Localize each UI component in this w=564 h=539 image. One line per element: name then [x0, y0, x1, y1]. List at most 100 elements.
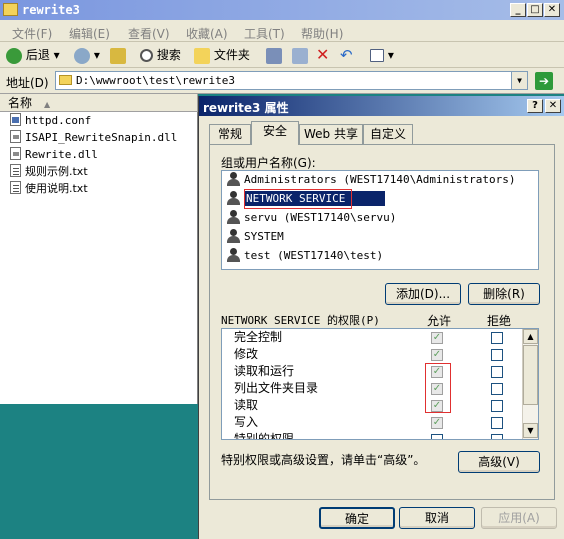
address-bar: 地址(D) D:\wwwroot\test\rewrite3 ▼ ➔ — [0, 68, 564, 94]
up-folder-button[interactable] — [110, 46, 126, 64]
permissions-scrollbar[interactable]: ▲ ▼ — [522, 329, 538, 439]
allow-checkbox[interactable]: ✓ — [431, 349, 443, 361]
tab-web-sharing[interactable]: Web 共享 — [299, 124, 363, 144]
dll-file-icon — [10, 130, 21, 143]
user-group-icon — [226, 229, 241, 243]
address-input[interactable]: D:\wwwroot\test\rewrite3 ▼ — [55, 71, 528, 90]
users-listbox[interactable]: Administrators (WEST17140\Administrators… — [221, 170, 539, 270]
back-arrow-icon — [6, 47, 22, 64]
permission-full-control: 完全控制 — [234, 330, 283, 344]
delete-button[interactable]: ✕ — [316, 46, 329, 64]
permission-modify: 修改 — [234, 347, 259, 361]
dll-file-icon — [10, 147, 21, 160]
users-label: 组或用户名称(G): — [221, 156, 316, 170]
text-file-icon — [10, 181, 21, 194]
dialog-titlebar: rewrite3 属性 ? ✕ — [199, 96, 564, 116]
allow-checkbox[interactable] — [431, 434, 443, 439]
forward-arrow-icon — [74, 47, 90, 64]
explorer-title: rewrite3 — [22, 3, 80, 17]
minimize-button[interactable]: _ — [510, 3, 526, 17]
add-button[interactable]: 添加(D)... — [385, 283, 461, 305]
undo-icon: ↶ — [340, 46, 353, 64]
deny-checkbox[interactable] — [491, 383, 503, 395]
address-value: D:\wwwroot\test\rewrite3 — [76, 74, 235, 87]
file-item[interactable]: 使用说明.txt — [10, 181, 88, 197]
highlight-box — [244, 189, 352, 209]
properties-dialog: rewrite3 属性 ? ✕ 常规 安全 Web 共享 自定义 组或用户名称(… — [198, 96, 564, 539]
allow-checkbox[interactable]: ✓ — [431, 417, 443, 429]
deny-checkbox[interactable] — [491, 434, 503, 439]
file-list-pane: 名称 ▲ httpd.conf ISAPI_RewriteSnapin.dll R… — [0, 94, 198, 404]
conf-file-icon — [10, 113, 21, 126]
up-folder-icon — [110, 47, 126, 64]
scroll-down-icon[interactable]: ▼ — [523, 423, 538, 438]
copy-to-icon — [292, 47, 308, 64]
move-to-button[interactable] — [266, 46, 282, 64]
user-group-icon — [226, 191, 241, 205]
sort-arrow-icon: ▲ — [44, 100, 51, 109]
user-list-item[interactable]: Administrators (WEST17140\Administrators… — [226, 171, 516, 189]
menu-edit[interactable]: 编辑(E) — [69, 25, 110, 42]
column-header-name[interactable]: 名称 ▲ — [0, 94, 198, 112]
undo-button[interactable]: ↶ — [340, 46, 353, 64]
deny-checkbox[interactable] — [491, 349, 503, 361]
folders-button[interactable]: 文件夹 — [194, 46, 250, 64]
chevron-down-icon[interactable]: ▼ — [511, 72, 527, 89]
permissions-list: 完全控制 修改 读取和运行 列出文件夹目录 读取 写入 特别的权限 ✓ ✓ ✓ … — [221, 328, 539, 440]
allow-checkbox[interactable]: ✓ — [431, 332, 443, 344]
tab-security[interactable]: 安全 — [251, 121, 299, 145]
dialog-title: rewrite3 属性 — [203, 101, 289, 115]
file-item[interactable]: 规则示例.txt — [10, 164, 88, 180]
go-arrow-icon[interactable]: ➔ — [535, 72, 553, 90]
deny-checkbox[interactable] — [491, 366, 503, 378]
advanced-button[interactable]: 高级(V) — [458, 451, 540, 473]
toolbar: 后退 ▾ ▾ 搜索 文件夹 ✕ ↶ ▾ — [0, 42, 564, 68]
deny-checkbox[interactable] — [491, 332, 503, 344]
menu-tools[interactable]: 工具(T) — [244, 25, 285, 42]
help-button[interactable]: ? — [527, 99, 543, 113]
delete-x-icon: ✕ — [316, 45, 330, 64]
ok-button[interactable]: 确定 — [319, 507, 395, 529]
menu-bar: 文件(F) 编辑(E) 查看(V) 收藏(A) 工具(T) 帮助(H) — [0, 20, 564, 42]
permission-read-execute: 读取和运行 — [234, 364, 295, 378]
scroll-thumb[interactable] — [523, 345, 538, 405]
menu-view[interactable]: 查看(V) — [128, 25, 170, 42]
file-item[interactable]: httpd.conf — [10, 113, 91, 129]
user-icon — [226, 210, 241, 224]
tab-general[interactable]: 常规 — [209, 124, 251, 144]
copy-to-button[interactable] — [292, 46, 308, 64]
remove-button[interactable]: 删除(R) — [468, 283, 540, 305]
back-button[interactable]: 后退 ▾ — [6, 46, 60, 64]
permissions-label: NETWORK SERVICE 的权限(P) — [221, 314, 380, 327]
menu-favorites[interactable]: 收藏(A) — [186, 25, 228, 42]
apply-button[interactable]: 应用(A) — [481, 507, 557, 529]
advanced-note: 特别权限或高级设置，请单击“高级”。 — [221, 453, 426, 467]
deny-header: 拒绝 — [487, 314, 512, 328]
menu-file[interactable]: 文件(F) — [12, 25, 52, 42]
close-button[interactable]: ✕ — [544, 3, 560, 17]
user-list-item[interactable]: SYSTEM — [226, 228, 284, 246]
folders-icon — [194, 47, 210, 64]
file-item[interactable]: ISAPI_RewriteSnapin.dll — [10, 130, 177, 146]
forward-button[interactable]: ▾ — [74, 46, 100, 64]
maximize-button[interactable]: □ — [527, 3, 543, 17]
tab-custom[interactable]: 自定义 — [363, 124, 413, 144]
user-list-item[interactable]: test (WEST17140\test) — [226, 247, 383, 265]
user-icon — [226, 248, 241, 262]
menu-help[interactable]: 帮助(H) — [301, 25, 343, 42]
cancel-button[interactable]: 取消 — [399, 507, 475, 529]
scroll-up-icon[interactable]: ▲ — [523, 329, 538, 344]
folder-icon — [59, 75, 72, 85]
user-list-item[interactable]: servu (WEST17140\servu) — [226, 209, 396, 227]
dialog-close-button[interactable]: ✕ — [545, 99, 561, 113]
explorer-titlebar: rewrite3 _ □ ✕ — [0, 0, 564, 20]
user-group-icon — [226, 172, 241, 186]
file-item[interactable]: Rewrite.dll — [10, 147, 98, 163]
search-button[interactable]: 搜索 — [140, 46, 181, 64]
permission-read: 读取 — [234, 398, 259, 412]
views-button[interactable]: ▾ — [370, 46, 394, 64]
allow-header: 允许 — [427, 314, 452, 328]
deny-checkbox[interactable] — [491, 400, 503, 412]
address-label: 地址(D) — [6, 76, 49, 90]
deny-checkbox[interactable] — [491, 417, 503, 429]
